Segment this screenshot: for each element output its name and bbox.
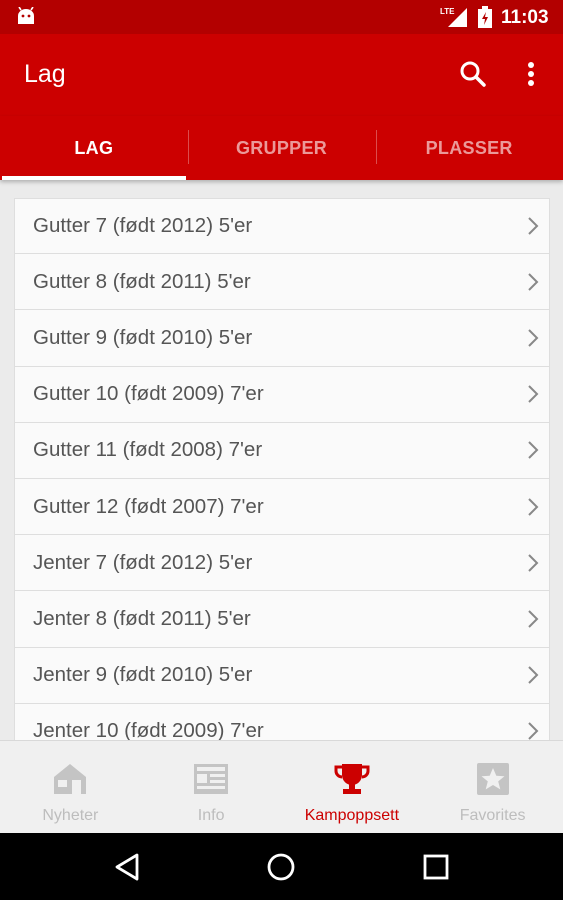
list-item-label: Jenter 8 (født 2011) 5'er [33,606,251,630]
list-item[interactable]: Jenter 10 (født 2009) 7'er [14,703,550,740]
chevron-right-icon [528,666,539,684]
list-item[interactable]: Jenter 9 (født 2010) 5'er [14,647,550,704]
tab-divider [188,130,189,164]
list-item-label: Gutter 7 (født 2012) 5'er [33,214,253,238]
chevron-right-icon [528,441,539,460]
nav-label: Nyheter [42,807,99,824]
tab-bar: LAG GRUPPER PLASSER [0,116,563,180]
list-item[interactable]: Jenter 7 (født 2012) 5'er [14,535,550,592]
list-item-label: Jenter 7 (født 2012) 5'er [33,550,253,574]
nav-label: Kampoppsett [304,807,400,824]
nav-label: Info [197,807,225,824]
svg-text:LTE: LTE [440,7,455,16]
home-icon [54,764,87,794]
team-list[interactable]: Gutter 7 (født 2012) 5'er Gutter 8 (født… [14,198,550,740]
list-item-label: Jenter 10 (født 2009) 7'er [33,719,264,740]
page-title: Lag [24,60,66,88]
chevron-right-icon [528,217,539,235]
android-icon [18,7,34,24]
signal-icon: LTE [440,7,467,27]
app-toolbar: Lag [0,34,563,116]
chevron-right-icon [528,329,539,347]
battery-icon [478,6,492,28]
trophy-icon [334,764,370,794]
chevron-right-icon [528,273,539,291]
tab-grupper[interactable]: GRUPPER [188,116,376,180]
nav-label: Favorites [459,807,526,824]
chevron-right-icon [528,497,539,516]
list-item[interactable]: Gutter 9 (født 2010) 5'er [14,310,550,367]
list-item[interactable]: Gutter 12 (født 2007) 7'er [14,478,550,536]
list-item[interactable]: Gutter 8 (født 2011) 5'er [14,254,550,311]
back-icon[interactable] [111,851,143,883]
tab-label: PLASSER [425,137,513,158]
chevron-right-icon [528,722,539,740]
search-icon[interactable] [455,56,491,92]
list-item[interactable]: Gutter 11 (født 2008) 7'er [14,422,550,479]
list-item-label: Gutter 8 (født 2011) 5'er [33,269,251,293]
tab-lag[interactable]: LAG [0,116,188,180]
nav-item-nyheter[interactable]: Nyheter [0,741,141,833]
star-icon [476,763,509,795]
home-button-icon[interactable] [265,851,297,883]
more-vert-icon[interactable] [515,56,547,92]
status-bar: LTE 11:03 [0,0,563,34]
list-item-label: Gutter 12 (født 2007) 7'er [33,494,264,518]
status-clock: 11:03 [501,7,549,28]
list-item-label: Gutter 11 (født 2008) 7'er [33,438,263,462]
list-item-label: Gutter 10 (født 2009) 7'er [33,382,264,406]
recents-icon[interactable] [420,851,452,883]
newspaper-icon [194,764,229,794]
list-item-label: Gutter 9 (født 2010) 5'er [33,325,253,349]
chevron-right-icon [528,385,539,403]
tab-label: GRUPPER [235,137,328,158]
bottom-nav: Nyheter Info Kampoppsett Favorites [0,740,563,833]
nav-item-favorites[interactable]: Favorites [422,741,563,833]
list-item[interactable]: Gutter 10 (født 2009) 7'er [14,366,550,423]
nav-item-kampoppsett[interactable]: Kampoppsett [282,741,423,833]
tab-label: LAG [74,137,114,158]
system-nav-bar [0,833,563,900]
list-item[interactable]: Jenter 8 (født 2011) 5'er [14,591,550,648]
tab-plasser[interactable]: PLASSER [375,116,563,180]
nav-item-info[interactable]: Info [141,741,282,833]
list-item-label: Jenter 9 (født 2010) 5'er [33,663,253,687]
chevron-right-icon [528,554,539,572]
chevron-right-icon [528,610,539,628]
tab-divider [376,130,377,164]
list-item[interactable]: Gutter 7 (født 2012) 5'er [14,198,550,255]
